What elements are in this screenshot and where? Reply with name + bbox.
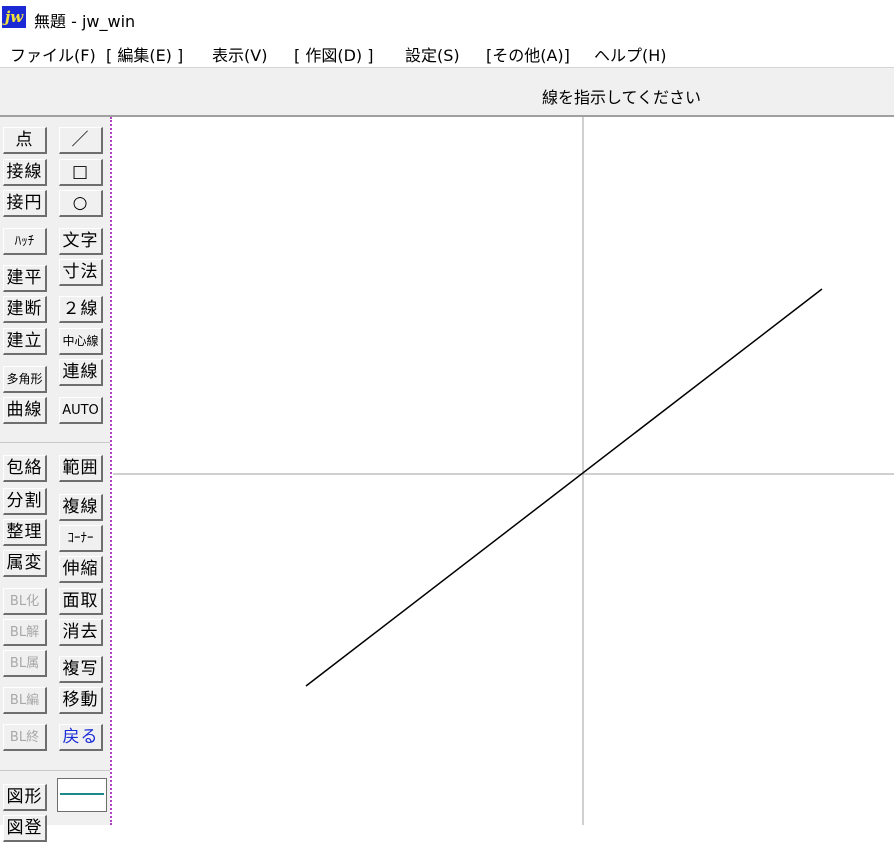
menu-view[interactable]: 表示(V) bbox=[212, 42, 267, 66]
tool-text[interactable]: 文字 bbox=[59, 228, 103, 255]
tool-double-line[interactable]: ２線 bbox=[59, 296, 103, 323]
tool-block-explode[interactable]: BL解 bbox=[3, 619, 47, 646]
tool-parallel-line[interactable]: 複線 bbox=[59, 494, 103, 521]
tool-divide[interactable]: 分割 bbox=[3, 488, 47, 515]
app-logo: jw bbox=[2, 6, 26, 28]
tool-figure[interactable]: 図形 bbox=[3, 784, 47, 811]
tool-corner[interactable]: ｺｰﾅｰ bbox=[59, 525, 103, 552]
drawing-canvas[interactable] bbox=[113, 117, 894, 825]
tool-range[interactable]: 範囲 bbox=[59, 455, 103, 482]
tool-erase[interactable]: 消去 bbox=[59, 619, 103, 646]
tool-building-section[interactable]: 建断 bbox=[3, 296, 47, 323]
line-type-swatch[interactable] bbox=[57, 778, 107, 812]
tool-attribute-change[interactable]: 属変 bbox=[3, 550, 47, 577]
tool-building-elevation[interactable]: 建立 bbox=[3, 328, 47, 355]
drawing-svg bbox=[113, 117, 894, 825]
menu-file[interactable]: ファイル(F) bbox=[10, 42, 96, 66]
tool-copy[interactable]: 複写 bbox=[59, 656, 103, 683]
title-bar: jw 無題 - jw_win bbox=[0, 0, 894, 36]
drawn-diagonal-line bbox=[305, 288, 823, 687]
tool-rectangle[interactable]: □ bbox=[59, 159, 103, 186]
tool-block-create[interactable]: BL化 bbox=[3, 588, 47, 615]
tool-polygon[interactable]: 多角形 bbox=[3, 366, 47, 393]
tool-point[interactable]: 点 bbox=[3, 127, 47, 154]
tool-hatch[interactable]: ﾊｯﾁ bbox=[3, 228, 47, 255]
tool-curve[interactable]: 曲線 bbox=[3, 397, 47, 424]
tool-block-attribute[interactable]: BL属 bbox=[3, 650, 47, 677]
tool-move[interactable]: 移動 bbox=[59, 687, 103, 714]
tool-center-line[interactable]: 中心線 bbox=[59, 328, 103, 355]
tool-organize[interactable]: 整理 bbox=[3, 519, 47, 546]
toolbar-divider bbox=[110, 117, 112, 825]
status-message: 線を指示してください bbox=[542, 88, 702, 107]
menu-other[interactable]: [その他(A)] bbox=[486, 42, 570, 66]
tool-circle[interactable]: ○ bbox=[59, 190, 103, 217]
menu-draw[interactable]: [ 作図(D) ] bbox=[294, 42, 373, 66]
tool-chamfer[interactable]: 面取 bbox=[59, 588, 103, 615]
tool-continuous-line[interactable]: 連線 bbox=[59, 359, 103, 386]
window-title: 無題 - jw_win bbox=[34, 12, 136, 31]
toolbar-separator bbox=[0, 770, 110, 771]
tool-figure-register[interactable]: 図登 bbox=[3, 815, 47, 842]
tool-stretch[interactable]: 伸縮 bbox=[59, 556, 103, 583]
tool-undo[interactable]: 戻る bbox=[59, 724, 103, 751]
tool-auto[interactable]: AUTO bbox=[59, 397, 103, 424]
tool-line[interactable]: ／ bbox=[59, 127, 103, 154]
menu-settings[interactable]: 設定(S) bbox=[405, 42, 460, 66]
tool-envelope[interactable]: 包絡 bbox=[3, 455, 47, 482]
tool-dimension[interactable]: 寸法 bbox=[59, 259, 103, 286]
tool-block-edit[interactable]: BL編 bbox=[3, 687, 47, 714]
status-bar: 線を指示してください bbox=[0, 68, 894, 117]
menu-help[interactable]: ヘルプ(H) bbox=[594, 42, 667, 66]
tool-block-end[interactable]: BL終 bbox=[3, 724, 47, 751]
menu-bar: ファイル(F) [ 編集(E) ] 表示(V) [ 作図(D) ] 設定(S) … bbox=[0, 36, 894, 68]
tool-tangent-circle[interactable]: 接円 bbox=[3, 190, 47, 217]
toolbar-separator bbox=[0, 442, 110, 443]
tool-tangent-line[interactable]: 接線 bbox=[3, 159, 47, 186]
tool-building-plan[interactable]: 建平 bbox=[3, 265, 47, 292]
line-color-sample bbox=[60, 793, 104, 795]
menu-edit[interactable]: [ 編集(E) ] bbox=[106, 42, 183, 66]
